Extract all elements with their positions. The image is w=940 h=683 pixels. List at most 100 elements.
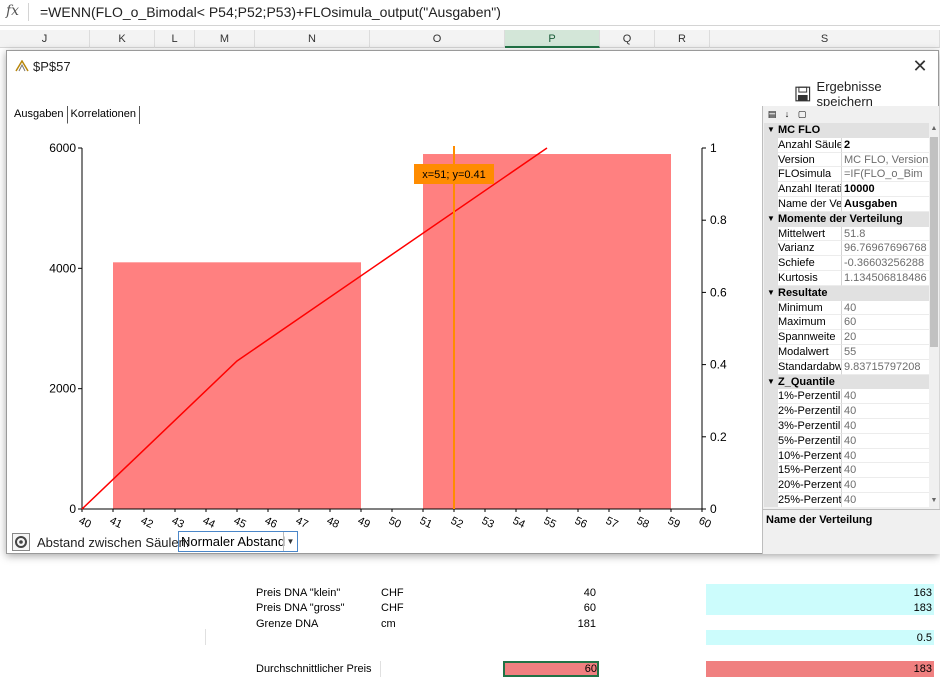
property-value[interactable]: 40 xyxy=(842,478,929,493)
property-value[interactable]: 40 xyxy=(842,419,929,434)
column-header-o[interactable]: O xyxy=(370,30,505,48)
property-value[interactable]: 40 xyxy=(842,493,929,507)
collapse-icon[interactable]: ▼ xyxy=(764,212,778,227)
sort-alphabetical-icon[interactable]: ↓ xyxy=(781,108,793,120)
property-value[interactable]: 40 xyxy=(842,404,929,419)
tab-korrelationen[interactable]: Korrelationen xyxy=(68,106,140,124)
property-gutter xyxy=(764,433,778,449)
app-icon xyxy=(15,60,29,72)
price-small-unit[interactable]: CHF xyxy=(381,587,404,599)
property-row[interactable]: Spannweite 20 xyxy=(764,330,929,345)
price-small-label[interactable]: Preis DNA "klein" xyxy=(256,587,340,599)
property-value[interactable]: 1.134506818486 xyxy=(842,271,929,286)
function-icon[interactable]: fx xyxy=(6,3,19,19)
property-row[interactable]: 20%-Perzentil 40 xyxy=(764,478,929,493)
collapse-icon[interactable]: ▼ xyxy=(764,286,778,301)
limit-unit[interactable]: cm xyxy=(381,618,396,630)
bar-gap-select[interactable]: Normaler Abstand ▼ xyxy=(178,531,298,552)
property-category[interactable]: ▼ Z_Quantile xyxy=(764,374,929,390)
property-row[interactable]: Name der Ve Ausgaben xyxy=(764,196,929,212)
property-row[interactable]: 1%-Perzentil 40 xyxy=(764,389,929,405)
property-category[interactable]: ▼ MC FLO xyxy=(764,123,929,138)
price-small-value[interactable]: 40 xyxy=(500,587,596,599)
x-tick-label: 59 xyxy=(666,515,682,529)
property-value[interactable]: 40 xyxy=(842,301,929,316)
property-value[interactable]: =IF(FLO_o_Bim xyxy=(842,167,929,183)
property-row[interactable]: FLOsimula =IF(FLO_o_Bim xyxy=(764,167,929,183)
property-row[interactable]: Minimum 40 xyxy=(764,300,929,316)
categorized-view-icon[interactable]: ▤ xyxy=(766,108,778,120)
property-row[interactable]: Kurtosis 1.134506818486 xyxy=(764,270,929,286)
property-value[interactable]: 40 xyxy=(842,463,929,479)
column-header-q[interactable]: Q xyxy=(600,30,655,48)
column-header-n[interactable]: N xyxy=(255,30,370,48)
column-header-l[interactable]: L xyxy=(155,30,195,48)
property-table: ▼ MC FLO Anzahl Säulen 2 Version MC FLO, Vers… xyxy=(764,123,929,507)
column-header-p[interactable]: P xyxy=(505,30,600,48)
property-value[interactable]: 2 xyxy=(842,138,929,153)
save-results-label: Ergebnisse speichern xyxy=(816,79,882,109)
property-row[interactable]: 2%-Perzentil 40 xyxy=(764,404,929,419)
property-value[interactable]: -0.36603256288 xyxy=(842,256,929,271)
save-results-button[interactable]: Ergebnisse speichern xyxy=(795,79,938,109)
price-large-unit[interactable]: CHF xyxy=(381,602,404,614)
property-value[interactable]: 40 xyxy=(842,434,929,449)
limit-value[interactable]: 181 xyxy=(500,618,596,630)
x-tick-label: 40 xyxy=(77,515,93,529)
property-row[interactable]: 3%-Perzentil 40 xyxy=(764,418,929,434)
property-row[interactable]: Mittelwert 51.8 xyxy=(764,226,929,242)
price-large-label[interactable]: Preis DNA "gross" xyxy=(256,602,345,614)
property-category[interactable]: ▼ Resultate xyxy=(764,285,929,301)
avg-price-label[interactable]: Durchschnittlicher Preis xyxy=(256,663,372,675)
property-value[interactable]: 20 xyxy=(842,330,929,345)
column-header-r[interactable]: R xyxy=(655,30,710,48)
limit-label[interactable]: Grenze DNA xyxy=(256,618,318,630)
property-row[interactable]: 5%-Perzentil 40 xyxy=(764,433,929,449)
property-value[interactable]: 10000 xyxy=(842,182,929,197)
price-large-value[interactable]: 60 xyxy=(500,602,596,614)
property-value[interactable]: 9.83715797208 xyxy=(842,360,929,375)
y-tick-label: 4000 xyxy=(49,261,76,275)
property-pages-icon[interactable]: ▢ xyxy=(796,108,808,120)
property-value[interactable]: MC FLO, Version xyxy=(842,153,929,168)
settings-icon[interactable] xyxy=(12,533,30,551)
property-value[interactable]: 40 xyxy=(842,389,929,405)
property-value[interactable]: 51.8 xyxy=(842,227,929,242)
tab-ausgaben[interactable]: Ausgaben xyxy=(11,106,68,124)
property-row[interactable]: 15%-Perzentil 40 xyxy=(764,463,929,479)
property-value[interactable]: 40 xyxy=(842,449,929,464)
property-value[interactable]: Ausgaben xyxy=(842,197,929,212)
property-value[interactable]: 60 xyxy=(842,315,929,331)
property-scrollbar[interactable]: ▲ ▼ xyxy=(929,123,939,507)
property-row[interactable]: Anzahl Iterati 10000 xyxy=(764,182,929,197)
scroll-up-icon[interactable]: ▲ xyxy=(929,123,939,135)
price-large-result: 183 xyxy=(913,602,932,614)
chevron-down-icon[interactable]: ▼ xyxy=(283,532,297,551)
property-row[interactable]: Varianz 96.76967696768 xyxy=(764,241,929,257)
formula-input[interactable]: =WENN(FLO_o_Bimodal< P54;P52;P53)+FLOsim… xyxy=(40,4,501,20)
column-header-m[interactable]: M xyxy=(195,30,255,48)
property-row[interactable]: Anzahl Säulen 2 xyxy=(764,137,929,153)
property-row[interactable]: Standardabw 9.83715797208 xyxy=(764,359,929,375)
column-header-k[interactable]: K xyxy=(90,30,155,48)
close-button[interactable]: ✕ xyxy=(910,56,930,76)
property-row[interactable]: 25%-Perzentil 40 xyxy=(764,492,929,507)
scroll-thumb[interactable] xyxy=(930,137,938,347)
property-row[interactable]: 10%-Perzentil 40 xyxy=(764,448,929,464)
property-row[interactable]: Schiefe -0.36603256288 xyxy=(764,256,929,271)
scroll-down-icon[interactable]: ▼ xyxy=(929,495,939,507)
save-icon xyxy=(795,86,811,102)
column-header-j[interactable]: J xyxy=(0,30,90,48)
property-name: Spannweite xyxy=(778,330,842,345)
x-tick-label: 58 xyxy=(635,515,651,529)
property-row[interactable]: Maximum 60 xyxy=(764,315,929,331)
property-category[interactable]: ▼ Momente der Verteilung xyxy=(764,211,929,227)
column-header-s[interactable]: S xyxy=(710,30,940,48)
collapse-icon[interactable]: ▼ xyxy=(764,123,778,138)
property-row[interactable]: Version MC FLO, Version xyxy=(764,152,929,168)
dialog-titlebar[interactable]: $P$57 ✕ xyxy=(7,51,938,81)
property-row[interactable]: Modalwert 55 xyxy=(764,344,929,360)
collapse-icon[interactable]: ▼ xyxy=(764,375,778,390)
property-value[interactable]: 96.76967696768 xyxy=(842,241,929,257)
property-value[interactable]: 55 xyxy=(842,345,929,360)
